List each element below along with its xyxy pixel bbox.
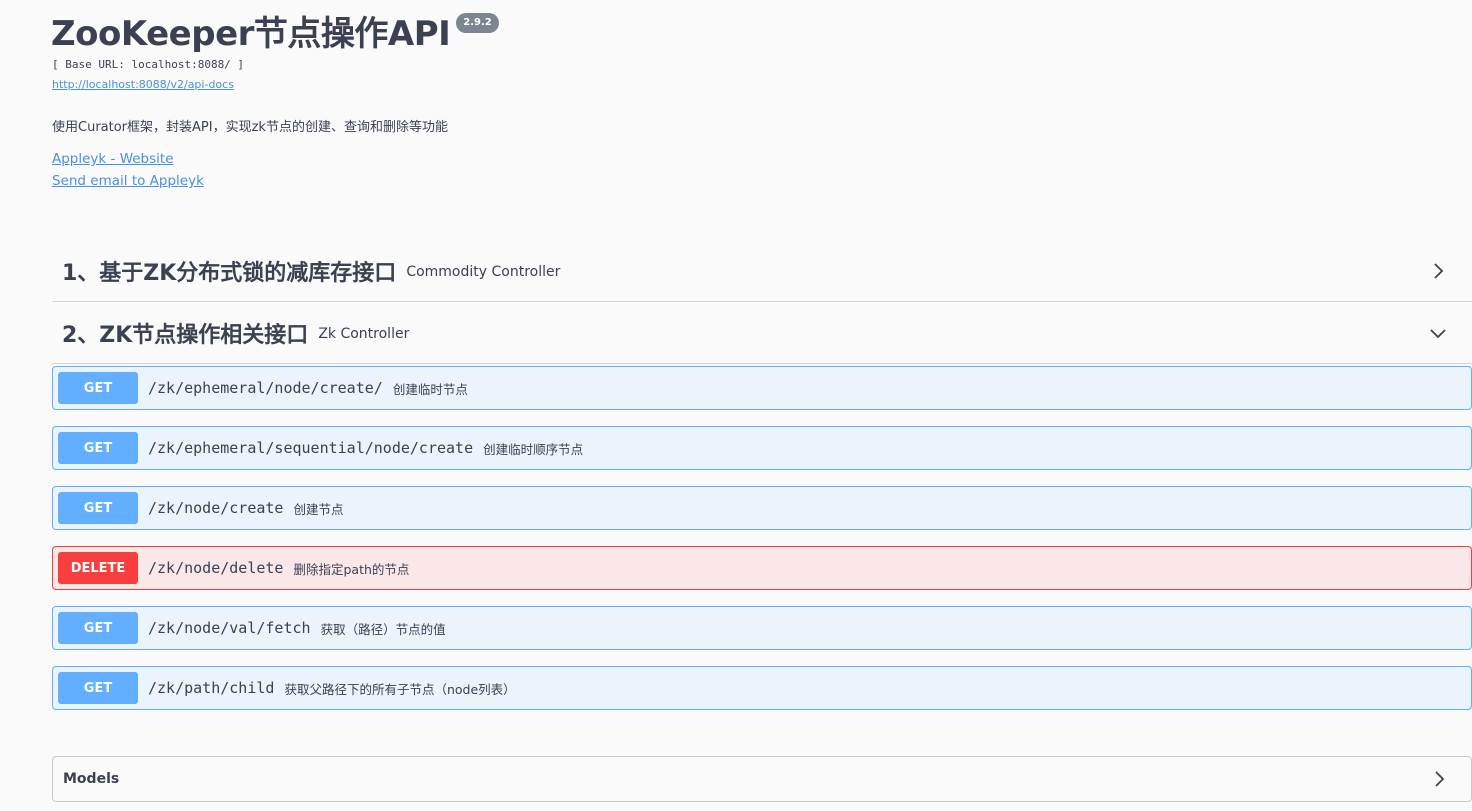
method-badge: GET [58,372,138,404]
method-badge: GET [58,432,138,464]
method-badge: DELETE [58,552,138,584]
operation-row[interactable]: GET /zk/node/val/fetch 获取（路径）节点的值 [52,606,1472,650]
operation-path: /zk/ephemeral/node/create/ [148,379,383,397]
tag-commodity-controller[interactable]: 1、基于ZK分布式锁的减库存接口 Commodity Controller [52,240,1472,302]
operation-row[interactable]: GET /zk/ephemeral/node/create/ 创建临时节点 [52,366,1472,410]
operation-row[interactable]: GET /zk/node/create 创建节点 [52,486,1472,530]
tag-name: 2、ZK节点操作相关接口 [62,322,309,348]
swagger-page: ZooKeeper节点操作API 2.9.2 [ Base URL: local… [0,0,1472,811]
version-badge: 2.9.2 [456,13,499,33]
method-badge: GET [58,492,138,524]
title-row: ZooKeeper节点操作API 2.9.2 [51,10,499,58]
base-url: [ Base URL: localhost:8088/ ] [52,58,245,71]
operation-summary: 创建节点 [293,501,344,517]
operation-summary: 删除指定path的节点 [293,561,410,577]
chevron-down-icon[interactable] [1428,323,1448,343]
operation-row[interactable]: GET /zk/path/child 获取父路径下的所有子节点（node列表） [52,666,1472,710]
chevron-right-icon[interactable] [1428,261,1448,281]
operation-path: /zk/node/delete [148,559,284,577]
operation-path: /zk/ephemeral/sequential/node/create [148,439,474,457]
tag-description: Zk Controller [318,326,410,342]
models-title: Models [63,771,120,787]
api-description: 使用Curator框架，封装API，实现zk节点的创建、查询和删除等功能 [52,120,448,135]
operation-path: /zk/node/val/fetch [148,619,311,637]
operation-summary: 获取父路径下的所有子节点（node列表） [284,681,516,697]
chevron-right-icon[interactable] [1429,769,1449,789]
operation-path: /zk/path/child [148,679,275,697]
operation-summary: 获取（路径）节点的值 [320,621,446,637]
method-badge: GET [58,672,138,704]
models-section[interactable]: Models [52,756,1472,802]
operation-summary: 创建临时节点 [392,381,468,397]
operation-summary: 创建临时顺序节点 [483,441,584,457]
operation-path: /zk/node/create [148,499,284,517]
tag-description: Commodity Controller [406,264,561,280]
method-badge: GET [58,612,138,644]
contact-email-link[interactable]: Send email to Appleyk [52,173,204,189]
tag-zk-controller[interactable]: 2、ZK节点操作相关接口 Zk Controller [52,302,1472,364]
operation-row[interactable]: GET /zk/ephemeral/sequential/node/create… [52,426,1472,470]
contact-website-link[interactable]: Appleyk - Website [52,151,174,167]
api-title: ZooKeeper节点操作API [51,14,451,54]
tag-name: 1、基于ZK分布式锁的减库存接口 [62,260,397,286]
api-docs-link[interactable]: http://localhost:8088/v2/api-docs [52,78,234,91]
operation-row[interactable]: DELETE /zk/node/delete 删除指定path的节点 [52,546,1472,590]
